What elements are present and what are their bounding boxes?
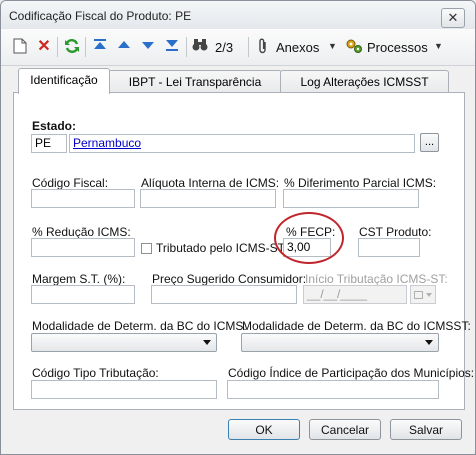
chevron-down-icon[interactable]: ▼ — [328, 41, 337, 51]
chevron-down-icon — [426, 293, 432, 297]
tab-ibpt[interactable]: IBPT - Lei Transparência — [108, 70, 282, 93]
estado-name-field[interactable]: Pernambuco — [69, 134, 415, 153]
toolbar: ✕ 2/3 Anexos ▼ Processos ▼ — [1, 29, 475, 66]
diferimento-label: % Diferimento Parcial ICMS: — [284, 176, 437, 190]
estado-lookup-button[interactable]: ... — [420, 133, 439, 152]
window-title: Codificação Fiscal do Produto: PE — [9, 9, 192, 23]
codigo-tributacao-field[interactable] — [31, 380, 217, 399]
title-bar: Codificação Fiscal do Produto: PE ✕ — [1, 1, 475, 29]
delete-icon[interactable]: ✕ — [35, 38, 53, 56]
dialog-window: Codificação Fiscal do Produto: PE ✕ ✕ 2/… — [0, 0, 476, 455]
tab-log-alteracoes[interactable]: Log Alterações ICMSST — [280, 70, 449, 93]
next-record-icon[interactable] — [139, 38, 157, 56]
estado-code-field[interactable]: PE — [31, 134, 67, 153]
codigo-tributacao-label: Código Tipo Tributação: — [32, 366, 159, 380]
toolbar-separator — [57, 37, 58, 57]
diferimento-field[interactable] — [283, 189, 419, 208]
margem-field[interactable] — [31, 285, 135, 304]
last-record-icon[interactable] — [163, 38, 181, 56]
toolbar-separator — [248, 37, 249, 57]
toolbar-separator — [85, 37, 86, 57]
modalidade-icms-select[interactable] — [31, 333, 217, 352]
tributado-label: Tributado pelo ICMS-ST — [156, 241, 285, 255]
toolbar-separator — [186, 37, 187, 57]
reducao-label: % Redução ICMS: — [32, 225, 131, 239]
processos-menu-button[interactable]: Processos — [367, 40, 428, 55]
estado-label: Estado: — [32, 119, 77, 133]
calendar-icon — [414, 291, 423, 299]
aliquota-field[interactable] — [140, 189, 276, 208]
first-record-icon[interactable] — [91, 38, 109, 56]
estado-name-link[interactable]: Pernambuco — [73, 136, 141, 150]
binoculars-icon[interactable] — [191, 38, 209, 56]
paperclip-icon[interactable] — [254, 38, 272, 56]
chevron-down-icon — [203, 340, 211, 345]
tributado-checkbox[interactable] — [141, 243, 152, 254]
chevron-down-icon — [425, 340, 433, 345]
cst-label: CST Produto: — [359, 225, 432, 239]
previous-record-icon[interactable] — [115, 38, 133, 56]
inicio-tributacao-field: __/__/____ — [303, 285, 407, 304]
margem-label: Margem S.T. (%): — [32, 272, 126, 286]
refresh-icon[interactable] — [63, 38, 81, 56]
gears-icon[interactable] — [345, 38, 363, 56]
indice-municipios-label: Código Índice de Participação dos Municí… — [228, 366, 475, 380]
close-button[interactable]: ✕ — [441, 8, 465, 28]
calendar-dropdown — [410, 285, 436, 304]
indice-municipios-field[interactable] — [227, 380, 439, 399]
cancel-button[interactable]: Cancelar — [309, 419, 381, 440]
highlight-circle — [274, 212, 344, 264]
modalidade-icmsst-label: Modalidade de Determ. da BC do ICMSST: — [242, 319, 471, 333]
inicio-tributacao-label: Início Tributação ICMS-ST: — [305, 272, 448, 286]
tab-identificacao[interactable]: Identificação — [18, 68, 110, 94]
preco-field[interactable] — [151, 285, 297, 304]
codigo-fiscal-field[interactable] — [31, 189, 135, 208]
new-document-icon[interactable] — [11, 38, 29, 56]
reducao-field[interactable] — [31, 238, 135, 257]
anexos-menu-button[interactable]: Anexos — [276, 40, 319, 55]
modalidade-icmsst-select[interactable] — [241, 333, 439, 352]
aliquota-label: Alíquota Interna de ICMS: — [141, 176, 280, 190]
codigo-fiscal-label: Código Fiscal: — [32, 176, 109, 190]
save-button[interactable]: Salvar — [390, 419, 462, 440]
record-position: 2/3 — [215, 40, 234, 55]
modalidade-icms-label: Modalidade de Determ. da BC do ICMS: — [32, 319, 247, 333]
cst-field[interactable] — [358, 238, 420, 257]
chevron-down-icon[interactable]: ▼ — [434, 41, 443, 51]
ok-button[interactable]: OK — [228, 419, 300, 440]
preco-label: Preço Sugerido Consumidor: — [152, 272, 307, 286]
